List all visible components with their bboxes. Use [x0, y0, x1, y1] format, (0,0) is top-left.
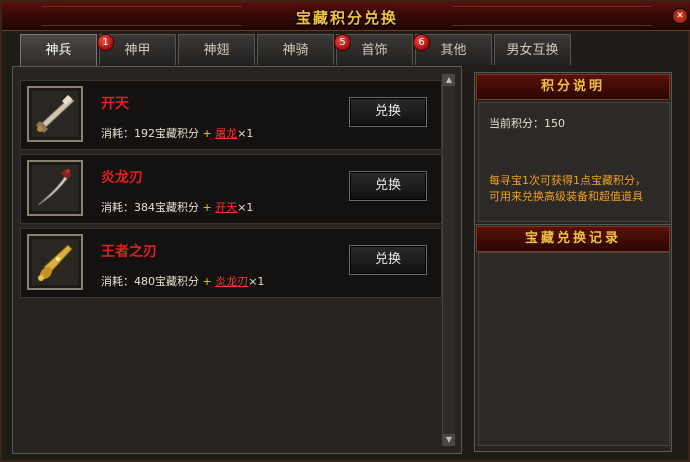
sword-kaitian-icon	[27, 86, 83, 142]
tab-shenbing[interactable]: 神兵	[20, 34, 97, 67]
cost-plus: +	[202, 275, 212, 288]
exchange-item: 炎龙刃 消耗：384宝藏积分 + 开天×1 兑换	[20, 154, 442, 224]
blade-yanlong-icon	[27, 160, 83, 216]
category-tabs: 神兵 1 神甲 神翅 神骑 5 首饰 6 其他 男女互换	[20, 34, 580, 67]
required-count: ×1	[237, 127, 254, 140]
tab-badge: 5	[334, 34, 351, 51]
item-cost: 消耗：480宝藏积分 + 炎龙刃×1	[101, 273, 264, 289]
item-name: 炎龙刃	[101, 170, 143, 186]
item-name: 王者之刃	[101, 244, 157, 260]
required-item-link[interactable]: 开天	[215, 201, 237, 214]
item-cost: 消耗：192宝藏积分 + 屠龙×1	[101, 125, 253, 141]
cost-plus: +	[202, 127, 212, 140]
item-name: 开天	[101, 96, 129, 112]
tab-label: 神甲	[124, 43, 151, 58]
points-description-line: 每寻宝1次可获得1点宝藏积分，	[489, 174, 646, 187]
cost-points-unit: 宝藏积分	[155, 201, 199, 214]
tab-label: 男女互换	[506, 43, 559, 58]
tab-label: 神翅	[203, 43, 230, 58]
cost-plus: +	[202, 201, 212, 214]
exchange-button[interactable]: 兑换	[349, 245, 427, 275]
current-points-value: 150	[544, 117, 565, 130]
points-info-body: 当前积分：150 每寻宝1次可获得1点宝藏积分， 可用来兑换高级装备和超值道具	[478, 102, 670, 222]
item-cost: 消耗：384宝藏积分 + 开天×1	[101, 199, 253, 215]
scroll-down-icon[interactable]: ▼	[443, 434, 455, 446]
tab-qita[interactable]: 6 其他	[413, 34, 492, 65]
tab-gender-swap[interactable]: 男女互换	[494, 34, 571, 65]
cost-points: 480	[134, 275, 155, 288]
tab-shenchi[interactable]: 神翅	[178, 34, 255, 65]
tab-badge: 6	[413, 34, 430, 51]
tab-shenjia[interactable]: 1 神甲	[97, 34, 176, 65]
tab-shenqi[interactable]: 神骑	[257, 34, 334, 65]
tab-shoushi[interactable]: 5 首饰	[334, 34, 413, 65]
cost-points: 192	[134, 127, 155, 140]
required-item-link[interactable]: 炎龙刃	[215, 275, 248, 288]
exchange-button[interactable]: 兑换	[349, 171, 427, 201]
close-icon[interactable]: ✕	[672, 8, 688, 24]
tab-badge: 1	[97, 34, 114, 51]
cost-points-unit: 宝藏积分	[155, 127, 199, 140]
tab-label: 其他	[440, 43, 467, 58]
exchange-button[interactable]: 兑换	[349, 97, 427, 127]
points-description-line: 可用来兑换高级装备和超值道具	[489, 190, 643, 203]
required-count: ×1	[248, 275, 265, 288]
tab-label: 神骑	[282, 43, 309, 58]
exchange-item: 王者之刃 消耗：480宝藏积分 + 炎龙刃×1 兑换	[20, 228, 442, 298]
exchange-record-header: 宝藏兑换记录	[476, 226, 670, 252]
exchange-window: 宝藏积分兑换 ✕ 神兵 1 神甲 神翅 神骑 5 首饰 6 其他 男女互换 ▲ …	[0, 0, 690, 462]
cost-prefix: 消耗：	[101, 201, 134, 214]
exchange-item: 开天 消耗：192宝藏积分 + 屠龙×1 兑换	[20, 80, 442, 150]
tab-label: 首饰	[361, 43, 388, 58]
cost-points-unit: 宝藏积分	[155, 275, 199, 288]
cost-points: 384	[134, 201, 155, 214]
scroll-up-icon[interactable]: ▲	[443, 74, 455, 86]
exchange-record-list	[478, 252, 670, 446]
current-points: 当前积分：150	[489, 115, 565, 131]
points-info-header: 积分说明	[476, 74, 670, 100]
points-description: 每寻宝1次可获得1点宝藏积分， 可用来兑换高级装备和超值道具	[489, 173, 659, 205]
tab-label: 神兵	[45, 43, 72, 58]
title-bar: 宝藏积分兑换 ✕	[2, 2, 690, 31]
required-count: ×1	[237, 201, 254, 214]
window-title: 宝藏积分兑换	[295, 9, 398, 27]
item-list-scrollbar[interactable]: ▲ ▼	[442, 74, 455, 446]
cost-prefix: 消耗：	[101, 275, 134, 288]
cost-prefix: 消耗：	[101, 127, 134, 140]
required-item-link[interactable]: 屠龙	[215, 127, 237, 140]
blade-wangzhe-icon	[27, 234, 83, 290]
current-points-label: 当前积分：	[489, 117, 544, 130]
